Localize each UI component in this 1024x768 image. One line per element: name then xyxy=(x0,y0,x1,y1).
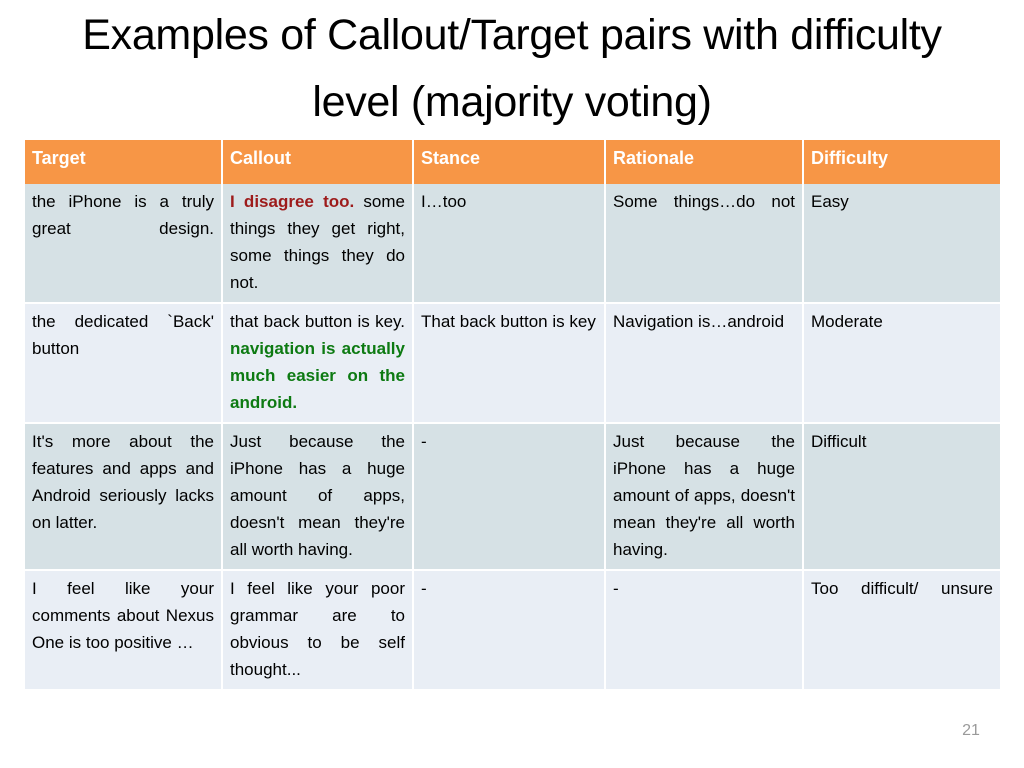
callout-emphasis: I disagree too. xyxy=(230,192,355,211)
callout-target-table: Target Callout Stance Rationale Difficul… xyxy=(25,140,1000,691)
cell-callout: that back button is key. navigation is a… xyxy=(222,303,414,424)
cell-stance: That back button is key xyxy=(413,303,606,424)
column-header-difficulty: Difficulty xyxy=(803,140,1000,184)
cell-target: the dedicated `Back' button xyxy=(25,303,223,424)
cell-callout: I disagree too. some things they get rig… xyxy=(222,184,414,304)
cell-stance: - xyxy=(413,570,606,691)
table-row: I feel like your comments about Nexus On… xyxy=(25,570,1000,691)
callout-emphasis: navigation is actually much easier on th… xyxy=(230,339,405,412)
cell-callout: I feel like your poor grammar are to obv… xyxy=(222,570,414,691)
cell-stance: - xyxy=(413,423,606,571)
cell-difficulty: Moderate xyxy=(803,303,1000,424)
cell-difficulty: Easy xyxy=(803,184,1000,304)
callout-lead: that back button is key. xyxy=(230,312,405,331)
column-header-target: Target xyxy=(25,140,223,184)
cell-rationale: Some things…do not xyxy=(605,184,804,304)
column-header-callout: Callout xyxy=(222,140,414,184)
cell-difficulty: Too difficult/ unsure xyxy=(803,570,1000,691)
page-title: Examples of Callout/Target pairs with di… xyxy=(82,11,942,126)
cell-rationale: Just because the iPhone has a huge amoun… xyxy=(605,423,804,571)
cell-rationale: Navigation is…android xyxy=(605,303,804,424)
table-row: the dedicated `Back' button that back bu… xyxy=(25,303,1000,424)
table-row: the iPhone is a truly great design. I di… xyxy=(25,184,1000,304)
cell-target: I feel like your comments about Nexus On… xyxy=(25,570,223,691)
column-header-rationale: Rationale xyxy=(605,140,804,184)
table-row: It's more about the features and apps an… xyxy=(25,423,1000,571)
cell-target: the iPhone is a truly great design. xyxy=(25,184,223,304)
table-header-row: Target Callout Stance Rationale Difficul… xyxy=(25,140,1000,184)
cell-callout: Just because the iPhone has a huge amoun… xyxy=(222,423,414,571)
column-header-stance: Stance xyxy=(413,140,606,184)
page-number: 21 xyxy=(962,722,980,739)
cell-difficulty: Difficult xyxy=(803,423,1000,571)
cell-stance: I…too xyxy=(413,184,606,304)
cell-rationale: - xyxy=(605,570,804,691)
cell-target: It's more about the features and apps an… xyxy=(25,423,223,571)
